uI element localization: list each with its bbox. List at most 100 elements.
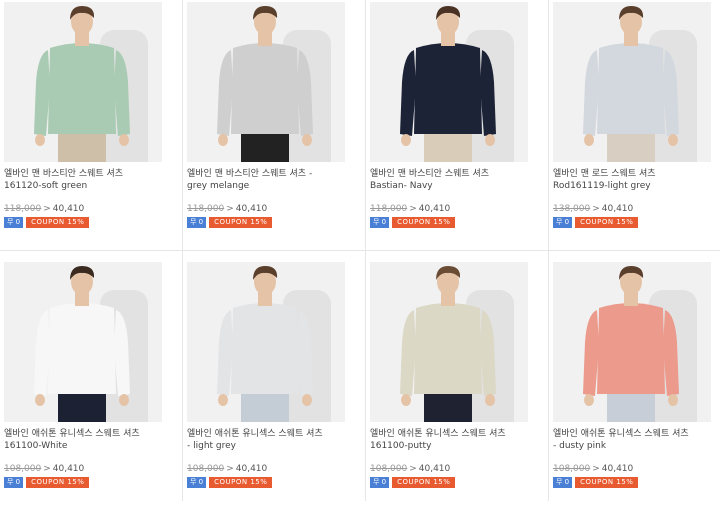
hand-shape <box>218 394 228 406</box>
product-title[interactable]: 엘바인 맨 바스티안 스웨트 셔츠 - grey melange <box>187 168 363 192</box>
sweatshirt-shape <box>414 43 482 134</box>
original-price: 108,000 <box>187 464 225 474</box>
product-photo[interactable] <box>4 2 162 162</box>
pants-shape <box>58 130 106 162</box>
product-title[interactable]: 엘바인 맨 바스티안 스웨트 셔츠 Bastian- Navy <box>370 168 546 192</box>
price-row: 108,000 >40,410 <box>370 464 450 474</box>
sweatshirt-shape <box>231 303 299 394</box>
sale-price: 40,410 <box>601 464 634 474</box>
sweatshirt-shape <box>48 303 116 394</box>
hand-shape <box>584 394 594 406</box>
free-shipping-badge[interactable]: 무 0 <box>370 477 390 488</box>
coupon-badge[interactable]: COUPON 15% <box>209 477 273 488</box>
product-photo[interactable] <box>187 2 345 162</box>
coupon-badge[interactable]: COUPON 15% <box>26 217 90 228</box>
original-price: 118,000 <box>187 204 225 214</box>
product-title-line: Bastian- Navy <box>370 181 433 191</box>
hand-shape <box>584 134 594 146</box>
product-photo[interactable] <box>553 2 711 162</box>
price-row: 108,000 >40,410 <box>187 464 267 474</box>
product-card[interactable]: 엘바인 애쉬톤 유니섹스 스웨트 셔츠 161100-putty 108,000… <box>366 260 548 510</box>
price-row: 108,000 >40,410 <box>553 464 633 474</box>
arrow-icon: > <box>592 204 600 214</box>
product-photo[interactable] <box>553 262 711 422</box>
product-title[interactable]: 엘바인 애쉬톤 유니섹스 스웨트 셔츠 - dusty pink <box>553 428 720 452</box>
product-title[interactable]: 엘바인 애쉬톤 유니섹스 스웨트 셔츠 161100-putty <box>370 428 546 452</box>
pants-shape <box>607 390 655 422</box>
arrow-icon: > <box>409 204 417 214</box>
sale-price: 40,410 <box>52 204 85 214</box>
product-card[interactable]: 엘바인 맨 로드 스웨트 셔츠 Rod161119-light grey 138… <box>549 0 720 250</box>
sweatshirt-shape <box>597 303 665 394</box>
free-shipping-badge[interactable]: 무 0 <box>187 217 207 228</box>
arrow-icon: > <box>409 464 417 474</box>
sale-price: 40,410 <box>235 204 268 214</box>
product-title-line: - light grey <box>187 441 236 451</box>
sleeve-shape <box>663 50 679 136</box>
coupon-badge[interactable]: COUPON 15% <box>209 217 273 228</box>
free-shipping-badge[interactable]: 무 0 <box>4 217 24 228</box>
badge-row: 무 0 COUPON 15% <box>187 477 273 489</box>
price-row: 118,000 >40,410 <box>187 204 267 214</box>
sleeve-shape <box>34 310 50 396</box>
free-shipping-badge[interactable]: 무 0 <box>553 217 573 228</box>
product-title[interactable]: 엘바인 애쉬톤 유니섹스 스웨트 셔츠 161100-White <box>4 428 180 452</box>
product-card[interactable]: 엘바인 애쉬톤 유니섹스 스웨트 셔츠 - light grey 108,000… <box>183 260 365 510</box>
product-photo[interactable] <box>370 262 528 422</box>
coupon-badge[interactable]: COUPON 15% <box>392 217 456 228</box>
hand-shape <box>35 394 45 406</box>
product-title-line: 엘바인 맨 바스티안 스웨트 셔츠 <box>4 169 124 179</box>
arrow-icon: > <box>592 464 600 474</box>
coupon-badge[interactable]: COUPON 15% <box>26 477 90 488</box>
hand-shape <box>218 134 228 146</box>
original-price: 108,000 <box>4 464 42 474</box>
arrow-icon: > <box>226 204 234 214</box>
product-photo[interactable] <box>4 262 162 422</box>
sleeve-shape <box>583 310 599 396</box>
hand-shape <box>119 394 129 406</box>
coupon-badge[interactable]: COUPON 15% <box>575 217 639 228</box>
product-photo[interactable] <box>187 262 345 422</box>
product-card[interactable]: 엘바인 애쉬톤 유니섹스 스웨트 셔츠 - dusty pink 108,000… <box>549 260 720 510</box>
price-row: 118,000 >40,410 <box>4 204 84 214</box>
product-title[interactable]: 엘바인 맨 바스티안 스웨트 셔츠 161120-soft green <box>4 168 180 192</box>
product-title-line: 161100-putty <box>370 441 432 451</box>
product-title-line: 161120-soft green <box>4 181 88 191</box>
product-title-line: 엘바인 애쉬톤 유니섹스 스웨트 셔츠 <box>4 429 140 439</box>
product-photo[interactable] <box>370 2 528 162</box>
hand-shape <box>668 394 678 406</box>
hand-shape <box>302 394 312 406</box>
product-title-line: Rod161119-light grey <box>553 181 651 191</box>
sale-price: 40,410 <box>601 204 634 214</box>
sale-price: 40,410 <box>52 464 85 474</box>
product-card[interactable]: 엘바인 맨 바스티안 스웨트 셔츠 Bastian- Navy 118,000 >… <box>366 0 548 250</box>
product-title-line: 161100-White <box>4 441 68 451</box>
badge-row: 무 0 COUPON 15% <box>553 477 639 489</box>
product-title[interactable]: 엘바인 맨 로드 스웨트 셔츠 Rod161119-light grey <box>553 168 720 192</box>
model-figure <box>34 6 130 162</box>
free-shipping-badge[interactable]: 무 0 <box>187 477 207 488</box>
product-title[interactable]: 엘바인 애쉬톤 유니섹스 스웨트 셔츠 - light grey <box>187 428 363 452</box>
product-card[interactable]: 엘바인 애쉬톤 유니섹스 스웨트 셔츠 161100-White 108,000… <box>0 260 182 510</box>
badge-row: 무 0 COUPON 15% <box>553 217 639 229</box>
product-card[interactable]: 엘바인 맨 바스티안 스웨트 셔츠 - grey melange 118,000… <box>183 0 365 250</box>
free-shipping-badge[interactable]: 무 0 <box>370 217 390 228</box>
price-row: 118,000 >40,410 <box>370 204 450 214</box>
model-figure <box>217 6 313 162</box>
sleeve-shape <box>480 310 496 396</box>
pants-shape <box>241 390 289 422</box>
free-shipping-badge[interactable]: 무 0 <box>553 477 573 488</box>
coupon-badge[interactable]: COUPON 15% <box>575 477 639 488</box>
product-title-line: 엘바인 맨 바스티안 스웨트 셔츠 <box>370 169 490 179</box>
product-title-line: grey melange <box>187 181 250 191</box>
product-title-line: 엘바인 애쉬톤 유니섹스 스웨트 셔츠 <box>370 429 506 439</box>
product-card[interactable]: 엘바인 맨 바스티안 스웨트 셔츠 161120-soft green 118,… <box>0 0 182 250</box>
original-price: 108,000 <box>370 464 408 474</box>
sleeve-shape <box>583 50 599 136</box>
pants-shape <box>424 390 472 422</box>
product-title-line: 엘바인 맨 바스티안 스웨트 셔츠 - <box>187 169 313 179</box>
hand-shape <box>302 134 312 146</box>
coupon-badge[interactable]: COUPON 15% <box>392 477 456 488</box>
pants-shape <box>424 130 472 162</box>
free-shipping-badge[interactable]: 무 0 <box>4 477 24 488</box>
